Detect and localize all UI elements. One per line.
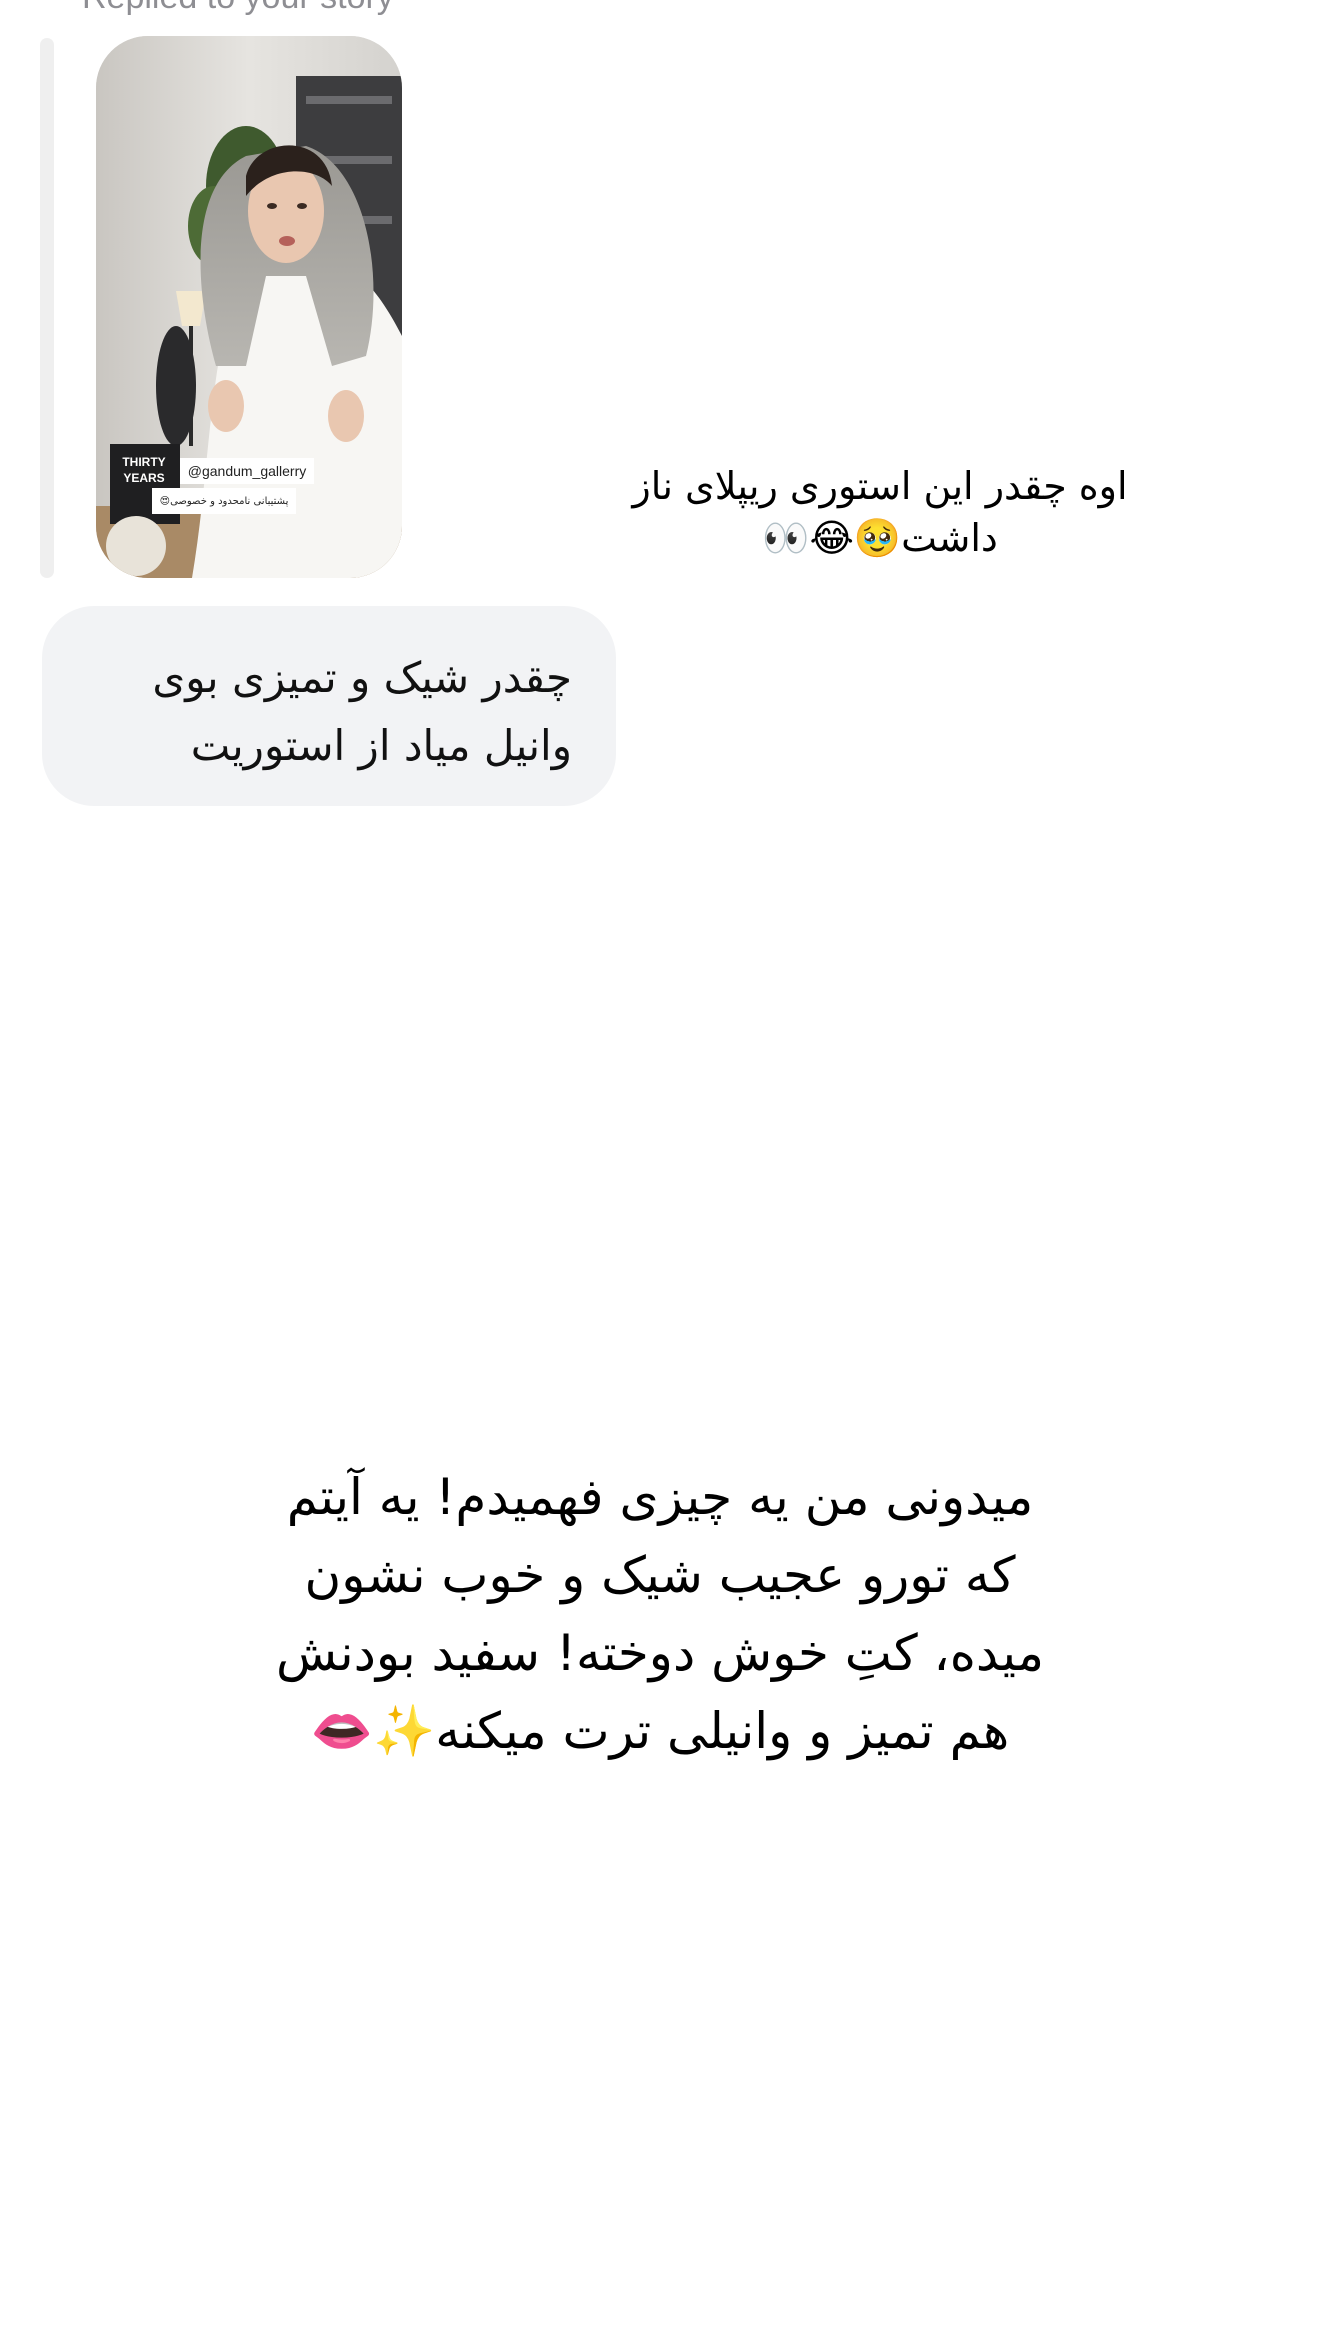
incoming-message-bubble[interactable]: چقدر شیک و تمیزی بوی وانیل میاد از استور… [42, 606, 616, 806]
svg-text:THIRTY: THIRTY [122, 455, 165, 469]
story-text-overlay: میدونی من یه چیزی فهمیدم! یه آیتم که تور… [275, 1468, 1045, 1760]
handle-sticker: @gandum_gallerry [180, 458, 314, 484]
svg-text:YEARS: YEARS [123, 471, 164, 485]
reply-message: اوه چقدر این استوری ریپلای ناز داشت🥹😂👀 [632, 464, 1128, 560]
replied-to-story-label: Replied to your story [82, 0, 394, 17]
story-thumbnail[interactable]: THIRTY YEARS @gandum_gallerry پشتیبانی ن… [96, 36, 402, 578]
caption-sticker: پشتیبانی نامحدود و خصوصی😍 [152, 488, 296, 514]
reply-quote-bar [40, 38, 54, 578]
